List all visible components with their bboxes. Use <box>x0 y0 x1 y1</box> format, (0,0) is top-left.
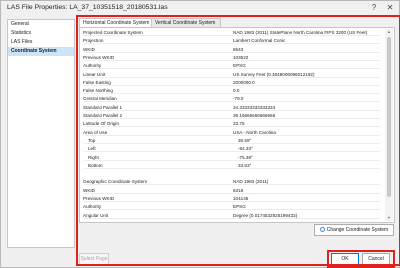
highlight-box-buttons <box>327 250 395 268</box>
help-icon[interactable]: ? <box>369 3 379 12</box>
sidebar-item-statistics[interactable]: Statistics <box>8 29 74 38</box>
sidebar-item-las-files[interactable]: LAS Files <box>8 38 74 47</box>
sidebar: General Statistics LAS Files Coordinate … <box>7 19 75 248</box>
title-bar: LAS File Properties: LA_37_10351518_2018… <box>1 1 399 14</box>
window-title: LAS File Properties: LA_37_10351518_2018… <box>7 4 168 11</box>
sidebar-item-coordinate-system[interactable]: Coordinate System <box>8 47 74 56</box>
sidebar-item-general[interactable]: General <box>8 20 74 29</box>
highlight-box-main <box>76 15 400 266</box>
close-icon[interactable]: ✕ <box>385 3 395 12</box>
dialog-window: LAS File Properties: LA_37_10351518_2018… <box>0 0 400 268</box>
